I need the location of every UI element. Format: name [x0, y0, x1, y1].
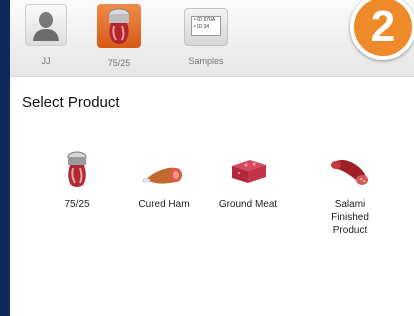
product-label-line: Product: [332, 225, 368, 236]
product-item-cured-ham[interactable]: Cured Ham: [119, 150, 209, 211]
app-frame: JJ 75/25 • ID 670A • ID 34 Samples Selec…: [0, 0, 414, 316]
product-label: Cured Ham: [138, 199, 190, 210]
step-number-badge: 2: [350, 0, 414, 60]
toolbar-blend-label: 75/25: [107, 58, 131, 68]
product-item-ground-meat[interactable]: Ground Meat: [203, 150, 293, 211]
toolbar-item-blend[interactable]: 75/25: [89, 4, 149, 68]
product-label: 75/25: [64, 199, 90, 210]
product-item-75-25[interactable]: 75/25: [32, 150, 122, 211]
toolbar-item-samples[interactable]: • ID 670A • ID 34 Samples: [176, 4, 236, 66]
toolbar-item-user[interactable]: JJ: [16, 4, 76, 66]
sample-card-line-2: • ID 34: [194, 24, 210, 30]
product-label: Ground Meat: [218, 199, 278, 210]
product-label-line: Finished: [331, 212, 369, 223]
product-item-salami[interactable]: Salami Finished Product: [305, 150, 395, 237]
toolbar-divider: [10, 76, 414, 77]
meat-grinder-icon: [97, 4, 141, 48]
ham-icon: [142, 150, 186, 190]
toolbar-user-label: JJ: [41, 56, 51, 66]
main-panel: JJ 75/25 • ID 670A • ID 34 Samples Selec…: [10, 0, 414, 316]
product-label-line: Salami: [334, 199, 366, 210]
salami-icon: [328, 150, 372, 190]
sample-card: • ID 670A • ID 34: [191, 16, 221, 36]
meat-grinder-icon: [55, 150, 99, 190]
toolbar-samples-label: Samples: [188, 56, 224, 66]
user-avatar-icon: [25, 4, 67, 46]
sample-id-cards-icon: • ID 670A • ID 34: [184, 8, 228, 46]
product-label: Salami Finished Product: [305, 198, 395, 237]
ground-meat-icon: [226, 150, 270, 190]
page-title: Select Product: [22, 94, 120, 111]
sample-card-line-1: • ID 670A: [194, 17, 216, 23]
